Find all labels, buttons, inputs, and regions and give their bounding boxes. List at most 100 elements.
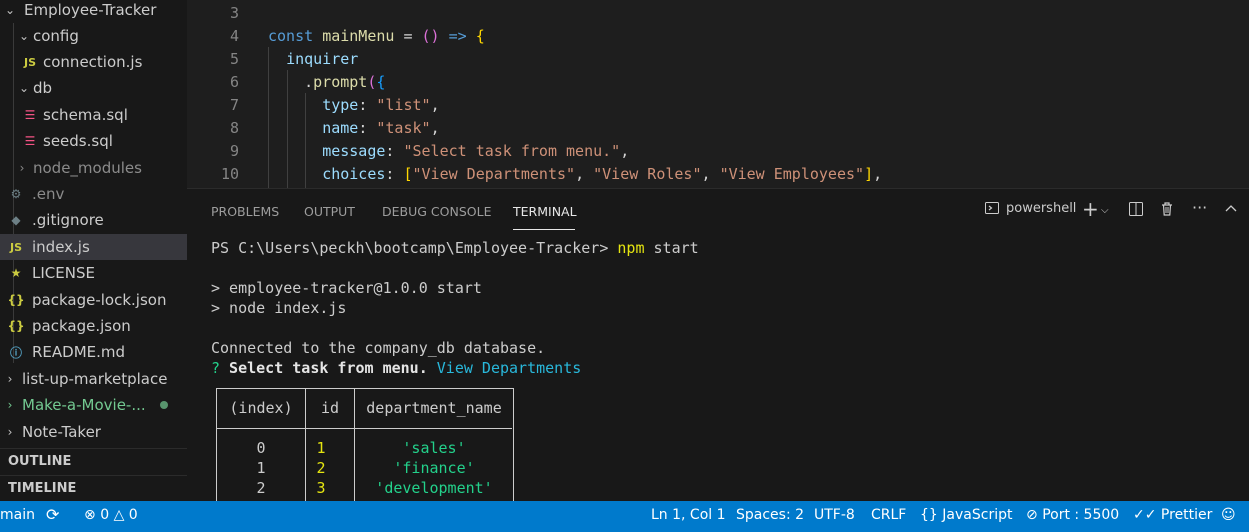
- database-icon: ☰: [24, 108, 36, 122]
- code-token: "View Departments": [412, 164, 576, 183]
- code-token: inquirer: [286, 49, 359, 68]
- feedback-icon[interactable]: ☺: [1221, 507, 1236, 523]
- folder-node-modules[interactable]: › node_modules: [0, 155, 187, 181]
- file-license[interactable]: ★ LICENSE: [0, 260, 187, 286]
- code-token: ,: [430, 95, 440, 114]
- question-mark: ?: [211, 359, 221, 377]
- code-token: "list": [376, 95, 431, 114]
- file-index-js[interactable]: JS index.js: [0, 234, 187, 260]
- indentation[interactable]: Spaces: 2: [736, 507, 804, 523]
- sync-icon[interactable]: ⟳: [46, 505, 59, 524]
- more-actions-icon[interactable]: ···: [1192, 198, 1207, 217]
- code-token: choices: [322, 164, 386, 183]
- folder-config[interactable]: ⌄ config: [0, 23, 187, 49]
- tab-problems[interactable]: PROBLEMS: [211, 204, 279, 219]
- language-label: JavaScript: [942, 507, 1013, 523]
- folder-label: Employee-Tracker: [24, 1, 157, 19]
- json-icon: {}: [7, 319, 25, 333]
- terminal-line: > employee-tracker@1.0.0 start: [211, 279, 482, 297]
- file-seeds-sql[interactable]: ☰ seeds.sql: [0, 128, 187, 154]
- code-token: "View Employees": [719, 164, 865, 183]
- file-env[interactable]: ⚙ .env: [0, 181, 187, 207]
- chevron-up-icon[interactable]: [1223, 201, 1239, 217]
- question-answer: View Departments: [427, 359, 582, 377]
- folder-note-taker[interactable]: › Note-Taker: [0, 419, 187, 445]
- terminal-command: npm: [617, 239, 645, 257]
- code-token: [: [403, 164, 413, 183]
- prettier-status[interactable]: ✓✓ Prettier: [1133, 507, 1212, 523]
- file-package-lock-json[interactable]: {} package-lock.json: [0, 287, 187, 313]
- code-token: :: [385, 141, 404, 160]
- terminal-shell-selector[interactable]: powershell: [984, 200, 1076, 216]
- live-server-port[interactable]: ⊘ Port : 5500: [1026, 507, 1119, 523]
- outline-label: OUTLINE: [8, 454, 72, 469]
- line-number: 9: [229, 141, 239, 160]
- code-token: "Select task from menu.": [403, 141, 621, 160]
- git-branch[interactable]: main: [0, 507, 35, 523]
- code-token: =>: [439, 26, 476, 45]
- file-package-json[interactable]: {} package.json: [0, 313, 187, 339]
- file-label: README.md: [32, 343, 126, 361]
- terminal-line: Connected to the company_db database.: [211, 339, 546, 357]
- file-label: index.js: [32, 238, 90, 256]
- folder-label: list-up-marketplace: [22, 370, 168, 388]
- folder-label: node_modules: [33, 159, 142, 177]
- braces-icon: {}: [920, 507, 938, 523]
- gear-icon: ⚙: [10, 187, 22, 201]
- code-line: 7 type: "list",: [187, 93, 1249, 116]
- code-token: name: [322, 118, 359, 137]
- new-terminal-icon[interactable]: +: [1082, 197, 1099, 221]
- chevron-right-icon: ›: [19, 161, 25, 175]
- problems-indicator[interactable]: ⊗ 0 △ 0: [84, 507, 138, 523]
- timeline-section[interactable]: TIMELINE: [0, 475, 187, 501]
- file-label: LICENSE: [32, 264, 95, 282]
- code-line: 9 message: "Select task from menu.",: [187, 139, 1249, 162]
- table-cell: 'development': [375, 479, 493, 497]
- code-token: (: [367, 72, 377, 91]
- folder-db[interactable]: ⌄ db: [0, 75, 187, 101]
- folder-label: db: [33, 79, 53, 97]
- terminal-icon: [985, 202, 999, 214]
- folder-employee-tracker[interactable]: ⌄ Employee-Tracker: [0, 0, 187, 23]
- line-number: 10: [220, 164, 239, 183]
- file-label: .gitignore: [32, 211, 104, 229]
- code-token: ,: [620, 141, 630, 160]
- folder-make-a-movie[interactable]: › Make-a-Movie-...: [0, 392, 187, 418]
- outline-section[interactable]: OUTLINE: [0, 448, 187, 474]
- code-token: ]: [864, 164, 874, 183]
- file-label: package-lock.json: [32, 291, 167, 309]
- end-of-line[interactable]: CRLF: [871, 507, 906, 523]
- encoding[interactable]: UTF-8: [814, 507, 855, 523]
- tab-terminal[interactable]: TERMINAL: [513, 204, 577, 219]
- bottom-panel: PROBLEMS OUTPUT DEBUG CONSOLE TERMINAL p…: [187, 189, 1249, 501]
- chevron-right-icon: ›: [7, 372, 13, 386]
- chevron-down-icon[interactable]: ⌵: [1101, 205, 1109, 216]
- terminal-line: ? Select task from menu. View Department…: [211, 359, 581, 379]
- file-gitignore[interactable]: ◆ .gitignore: [0, 207, 187, 233]
- split-terminal-icon[interactable]: [1128, 201, 1144, 217]
- warning-count: 0: [128, 507, 138, 523]
- terminal-line: PS C:\Users\peckh\bootcamp\Employee-Trac…: [211, 239, 699, 259]
- chevron-down-icon: ⌄: [18, 29, 30, 43]
- code-token: "View Roles": [593, 164, 702, 183]
- code-editor[interactable]: 3 4 const mainMenu = () => { 5 inquirer 6…: [187, 0, 1249, 189]
- js-file-icon: JS: [9, 240, 22, 254]
- folder-list-up-marketplace[interactable]: › list-up-marketplace: [0, 366, 187, 392]
- terminal-prompt: PS C:\Users\peckh\bootcamp\Employee-Trac…: [211, 239, 618, 257]
- file-readme[interactable]: ⓘ README.md: [0, 339, 187, 365]
- tab-debug-console[interactable]: DEBUG CONSOLE: [382, 204, 491, 219]
- language-mode[interactable]: {} JavaScript: [920, 507, 1012, 523]
- info-icon: ⓘ: [9, 345, 22, 360]
- tab-output[interactable]: OUTPUT: [304, 204, 355, 219]
- cursor-position[interactable]: Ln 1, Col 1: [651, 507, 726, 523]
- port-label: Port : 5500: [1042, 507, 1120, 523]
- table-cell: 3: [316, 479, 326, 497]
- file-connection-js[interactable]: JS connection.js: [0, 49, 187, 75]
- trash-icon[interactable]: [1159, 201, 1175, 217]
- file-schema-sql[interactable]: ☰ schema.sql: [0, 102, 187, 128]
- panel-tabs: PROBLEMS OUTPUT DEBUG CONSOLE TERMINAL p…: [187, 189, 1249, 234]
- code-token: :: [358, 118, 377, 137]
- table-cell: 1: [316, 439, 326, 457]
- code-token: "task": [376, 118, 431, 137]
- chevron-down-icon: ⌄: [18, 81, 30, 95]
